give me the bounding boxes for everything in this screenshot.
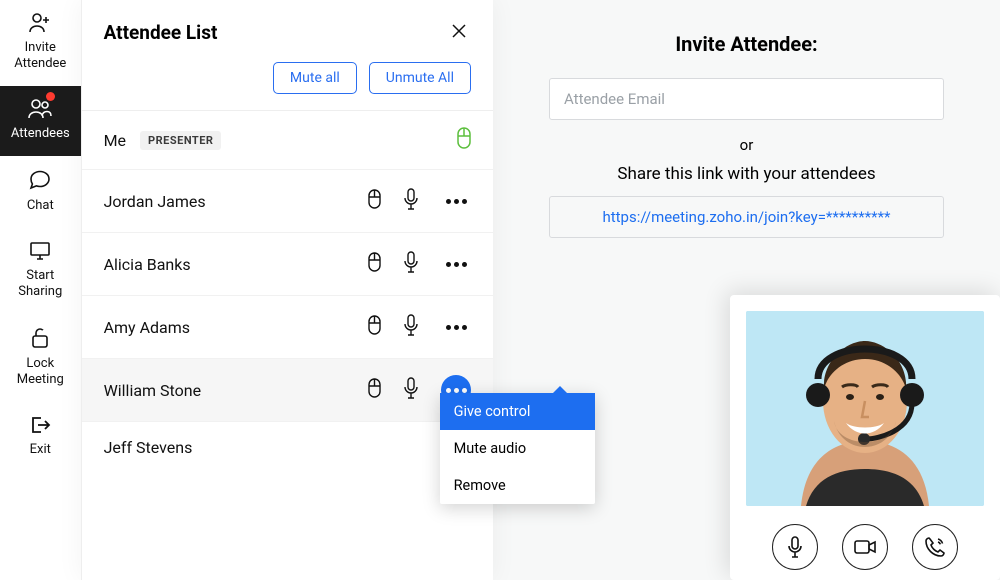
sidebar-item-invite-attendee[interactable]: Invite Attendee: [0, 0, 81, 86]
close-button[interactable]: [447, 18, 471, 46]
attendee-row: William Stone: [82, 359, 493, 422]
attendee-row: Jordan James: [82, 170, 493, 233]
mic-icon[interactable]: [403, 188, 419, 214]
lock-open-icon: [29, 326, 51, 350]
attendee-name: Amy Adams: [104, 318, 190, 337]
mic-icon[interactable]: [403, 251, 419, 277]
more-button[interactable]: [441, 186, 471, 216]
attendee-context-menu: Give control Mute audio Remove: [440, 393, 595, 504]
users-icon: [27, 98, 53, 120]
sidebar-item-chat[interactable]: Chat: [0, 156, 81, 228]
attendee-name: Alicia Banks: [104, 255, 191, 274]
sidebar-item-label: Invite Attendee: [4, 40, 77, 72]
attendee-row: Jeff Stevens: [82, 422, 493, 473]
sidebar-item-exit[interactable]: Exit: [0, 402, 81, 472]
toggle-camera-button[interactable]: [842, 524, 888, 570]
mouse-icon[interactable]: [368, 378, 381, 402]
sidebar-item-label: Chat: [27, 198, 54, 214]
sidebar-item-label: Lock Meeting: [4, 356, 77, 388]
panel-title: Attendee List: [104, 21, 218, 44]
sidebar-item-label: Start Sharing: [4, 268, 77, 300]
menu-caret-icon: [553, 386, 567, 393]
more-button[interactable]: [441, 312, 471, 342]
menu-remove[interactable]: Remove: [440, 467, 595, 504]
sidebar-item-attendees[interactable]: Attendees: [0, 86, 81, 156]
attendee-panel: Attendee List Mute all Unmute All Me PRE…: [81, 0, 493, 580]
attendee-row-me: Me PRESENTER: [82, 111, 493, 170]
mouse-icon: [457, 127, 471, 153]
sidebar-item-start-sharing[interactable]: Start Sharing: [0, 228, 81, 314]
presenter-badge: PRESENTER: [140, 131, 221, 150]
sidebar-item-label: Exit: [30, 442, 51, 458]
screen-share-icon: [28, 240, 52, 262]
attendee-name: Jordan James: [104, 192, 206, 211]
share-link-label: Share this link with your attendees: [617, 164, 875, 184]
sidebar-item-label: Attendees: [11, 126, 70, 142]
sidebar-item-lock-meeting[interactable]: Lock Meeting: [0, 314, 81, 402]
invite-title: Invite Attendee:: [675, 32, 817, 56]
attendee-row: Alicia Banks: [82, 233, 493, 296]
mouse-icon[interactable]: [368, 315, 381, 339]
unmute-all-button[interactable]: Unmute All: [369, 62, 471, 94]
menu-mute-audio[interactable]: Mute audio: [440, 430, 595, 467]
or-separator: or: [740, 136, 754, 154]
attendee-email-input[interactable]: [549, 78, 944, 120]
user-plus-icon: [28, 12, 52, 34]
mouse-icon[interactable]: [368, 189, 381, 213]
attendee-list: Me PRESENTER Jordan James: [82, 110, 493, 473]
attendee-name: Me: [104, 131, 126, 150]
mic-icon[interactable]: [403, 314, 419, 340]
video-card: [730, 295, 1000, 580]
share-link-box[interactable]: https://meeting.zoho.in/join?key=*******…: [549, 196, 944, 238]
chat-icon: [28, 168, 52, 192]
toggle-call-button[interactable]: [912, 524, 958, 570]
mute-all-button[interactable]: Mute all: [273, 62, 357, 94]
video-thumbnail: [746, 311, 984, 506]
menu-give-control[interactable]: Give control: [440, 393, 595, 430]
attendee-name: Jeff Stevens: [104, 438, 193, 457]
attendee-row: Amy Adams: [82, 296, 493, 359]
mic-icon[interactable]: [403, 377, 419, 403]
toggle-mic-button[interactable]: [772, 524, 818, 570]
mouse-icon[interactable]: [368, 252, 381, 276]
attendee-name: William Stone: [104, 381, 201, 400]
exit-icon: [28, 414, 52, 436]
sidebar: Invite Attendee Attendees Chat: [0, 0, 81, 580]
notification-dot-icon: [46, 92, 55, 101]
more-button[interactable]: [441, 249, 471, 279]
